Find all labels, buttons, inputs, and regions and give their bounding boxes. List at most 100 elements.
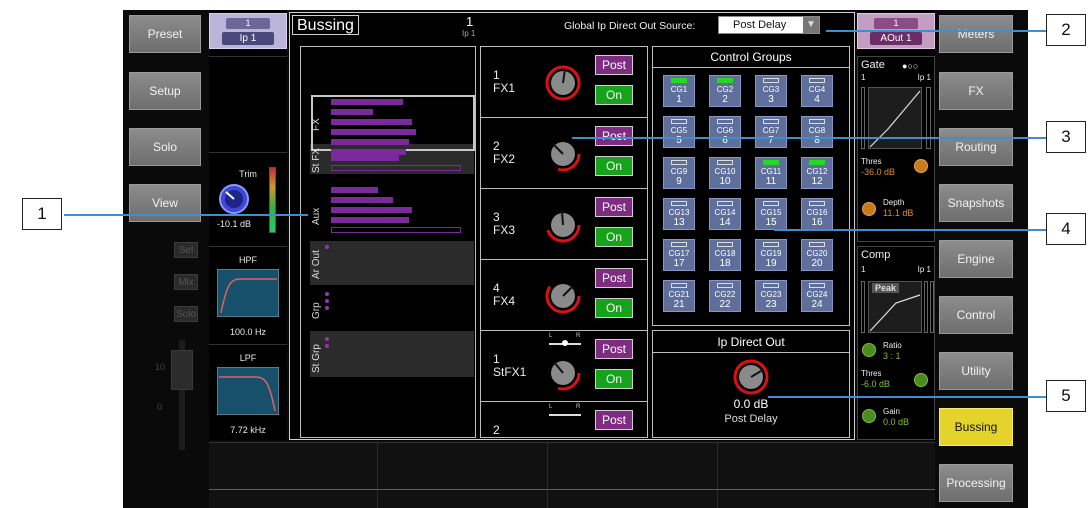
- fx-send-knob[interactable]: [543, 276, 583, 316]
- control-group-button[interactable]: CG20 20: [801, 239, 833, 271]
- comp-ratio-knob[interactable]: [862, 343, 876, 357]
- control-group-button[interactable]: CG15 15: [755, 198, 787, 230]
- control-group-label: CG6: [716, 126, 734, 135]
- input-channel-number: 1: [226, 18, 270, 29]
- fx-on-button[interactable]: On: [595, 227, 633, 247]
- control-group-button[interactable]: CG11 11: [755, 157, 787, 189]
- grp-dot-3: [325, 306, 329, 310]
- control-group-button[interactable]: CG24 24: [801, 280, 833, 312]
- processing-button[interactable]: Processing: [939, 464, 1013, 502]
- trim-knob[interactable]: [214, 179, 254, 219]
- control-group-button[interactable]: CG7 7: [755, 116, 787, 148]
- comp-section[interactable]: Comp 1 Ip 1 Peak Ratio 3 : 1 Thres -6.0 …: [857, 246, 935, 440]
- fx-post-button[interactable]: Post: [595, 410, 633, 430]
- control-group-number: 15: [765, 217, 777, 228]
- fx-post-button[interactable]: Post: [595, 126, 633, 146]
- control-group-button[interactable]: CG4 4: [801, 75, 833, 107]
- mix-button[interactable]: Mix: [174, 274, 198, 290]
- control-group-button[interactable]: CG9 9: [663, 157, 695, 189]
- sel-button[interactable]: Sel: [174, 242, 198, 258]
- fx-on-button[interactable]: On: [595, 156, 633, 176]
- control-group-button[interactable]: CG18 18: [709, 239, 741, 271]
- comp-thres-knob[interactable]: [914, 373, 928, 387]
- control-group-button[interactable]: CG8 8: [801, 116, 833, 148]
- lpf-value: 7.72 kHz: [230, 425, 266, 435]
- fx-send-knob[interactable]: [543, 134, 583, 174]
- control-group-button[interactable]: CG22 22: [709, 280, 741, 312]
- control-group-button[interactable]: CG19 19: [755, 239, 787, 271]
- control-group-button[interactable]: CG17 17: [663, 239, 695, 271]
- control-group-number: 17: [673, 258, 685, 269]
- source-select[interactable]: Post Delay ▼: [718, 16, 820, 34]
- fx-send-knob[interactable]: [543, 205, 583, 245]
- control-button[interactable]: Control: [939, 296, 1013, 334]
- control-group-button[interactable]: CG13 13: [663, 198, 695, 230]
- pan-slider[interactable]: [549, 414, 581, 416]
- control-group-button[interactable]: CG1 1: [663, 75, 695, 107]
- input-channel-chip[interactable]: 1 Ip 1: [209, 13, 287, 49]
- fx-on-button[interactable]: On: [595, 369, 633, 389]
- fx-send-row: 2 FX2 Post On: [481, 118, 647, 189]
- control-group-number: 23: [765, 299, 777, 310]
- control-group-button[interactable]: CG6 6: [709, 116, 741, 148]
- utility-button[interactable]: Utility: [939, 352, 1013, 390]
- meters-button[interactable]: Meters: [939, 15, 1013, 53]
- control-group-number: 1: [676, 94, 682, 105]
- control-group-button[interactable]: CG10 10: [709, 157, 741, 189]
- fx-button[interactable]: FX: [939, 72, 1013, 110]
- engine-button[interactable]: Engine: [939, 240, 1013, 278]
- gate-left-label: 1: [861, 73, 866, 82]
- control-group-number: 9: [676, 176, 682, 187]
- control-group-button[interactable]: CG12 12: [801, 157, 833, 189]
- control-group-button[interactable]: CG23 23: [755, 280, 787, 312]
- fx-on-button[interactable]: On: [595, 85, 633, 105]
- callout-1: 1: [22, 198, 62, 230]
- gate-page-dots[interactable]: ●○○: [902, 61, 918, 71]
- fx-bus-level-bar: [331, 119, 412, 125]
- control-group-indicator: [763, 201, 779, 206]
- gate-meter-right: [926, 87, 931, 149]
- control-group-button[interactable]: CG5 5: [663, 116, 695, 148]
- comp-right-label: Ip 1: [917, 265, 931, 274]
- fx-post-button[interactable]: Post: [595, 55, 633, 75]
- solo-strip-button[interactable]: Solo: [174, 306, 198, 322]
- fx-on-button[interactable]: On: [595, 298, 633, 318]
- control-group-label: CG5: [670, 126, 688, 135]
- fader-cap[interactable]: [171, 350, 193, 390]
- fx-post-button[interactable]: Post: [595, 197, 633, 217]
- snapshots-button[interactable]: Snapshots: [939, 184, 1013, 222]
- control-group-button[interactable]: CG14 14: [709, 198, 741, 230]
- gate-right-label: Ip 1: [917, 73, 931, 82]
- direct-out-level-knob[interactable]: [731, 357, 771, 397]
- hpf-cell[interactable]: HPF 100.0 Hz: [209, 246, 287, 342]
- gate-section[interactable]: Gate ●○○ 1 Ip 1 Thres -36.0 dB Depth 11.…: [857, 56, 935, 242]
- setup-button[interactable]: Setup: [129, 72, 201, 110]
- control-group-label: CG8: [808, 126, 826, 135]
- view-button[interactable]: View: [129, 184, 201, 222]
- comp-gain-knob[interactable]: [862, 409, 876, 423]
- control-group-label: CG17: [668, 249, 690, 258]
- bussing-button[interactable]: Bussing: [939, 408, 1013, 446]
- lpf-cell[interactable]: LPF 7.72 kHz: [209, 344, 287, 440]
- fx-post-button[interactable]: Post: [595, 268, 633, 288]
- gate-thres-knob[interactable]: [914, 159, 928, 173]
- fx-post-button[interactable]: Post: [595, 339, 633, 359]
- grp-dot-2: [325, 299, 329, 303]
- fx-send-knob[interactable]: [543, 353, 583, 393]
- control-group-button[interactable]: CG16 16: [801, 198, 833, 230]
- control-group-button[interactable]: CG3 3: [755, 75, 787, 107]
- fx-bus-level-bar: [331, 139, 409, 145]
- preset-button[interactable]: Preset: [129, 15, 201, 53]
- pan-slider-thumb[interactable]: [562, 340, 568, 346]
- fx-send-number: 2: [493, 423, 500, 437]
- fx-send-name: StFX1: [493, 365, 527, 379]
- control-group-label: CG23: [760, 290, 782, 299]
- control-group-label: CG14: [714, 208, 736, 217]
- routing-button[interactable]: Routing: [939, 128, 1013, 166]
- control-group-button[interactable]: CG21 21: [663, 280, 695, 312]
- stgrp-dot-1: [325, 337, 329, 341]
- gate-depth-knob[interactable]: [862, 202, 876, 216]
- fx-send-knob[interactable]: [543, 63, 583, 103]
- control-group-button[interactable]: CG2 2: [709, 75, 741, 107]
- solo-button[interactable]: Solo: [129, 128, 201, 166]
